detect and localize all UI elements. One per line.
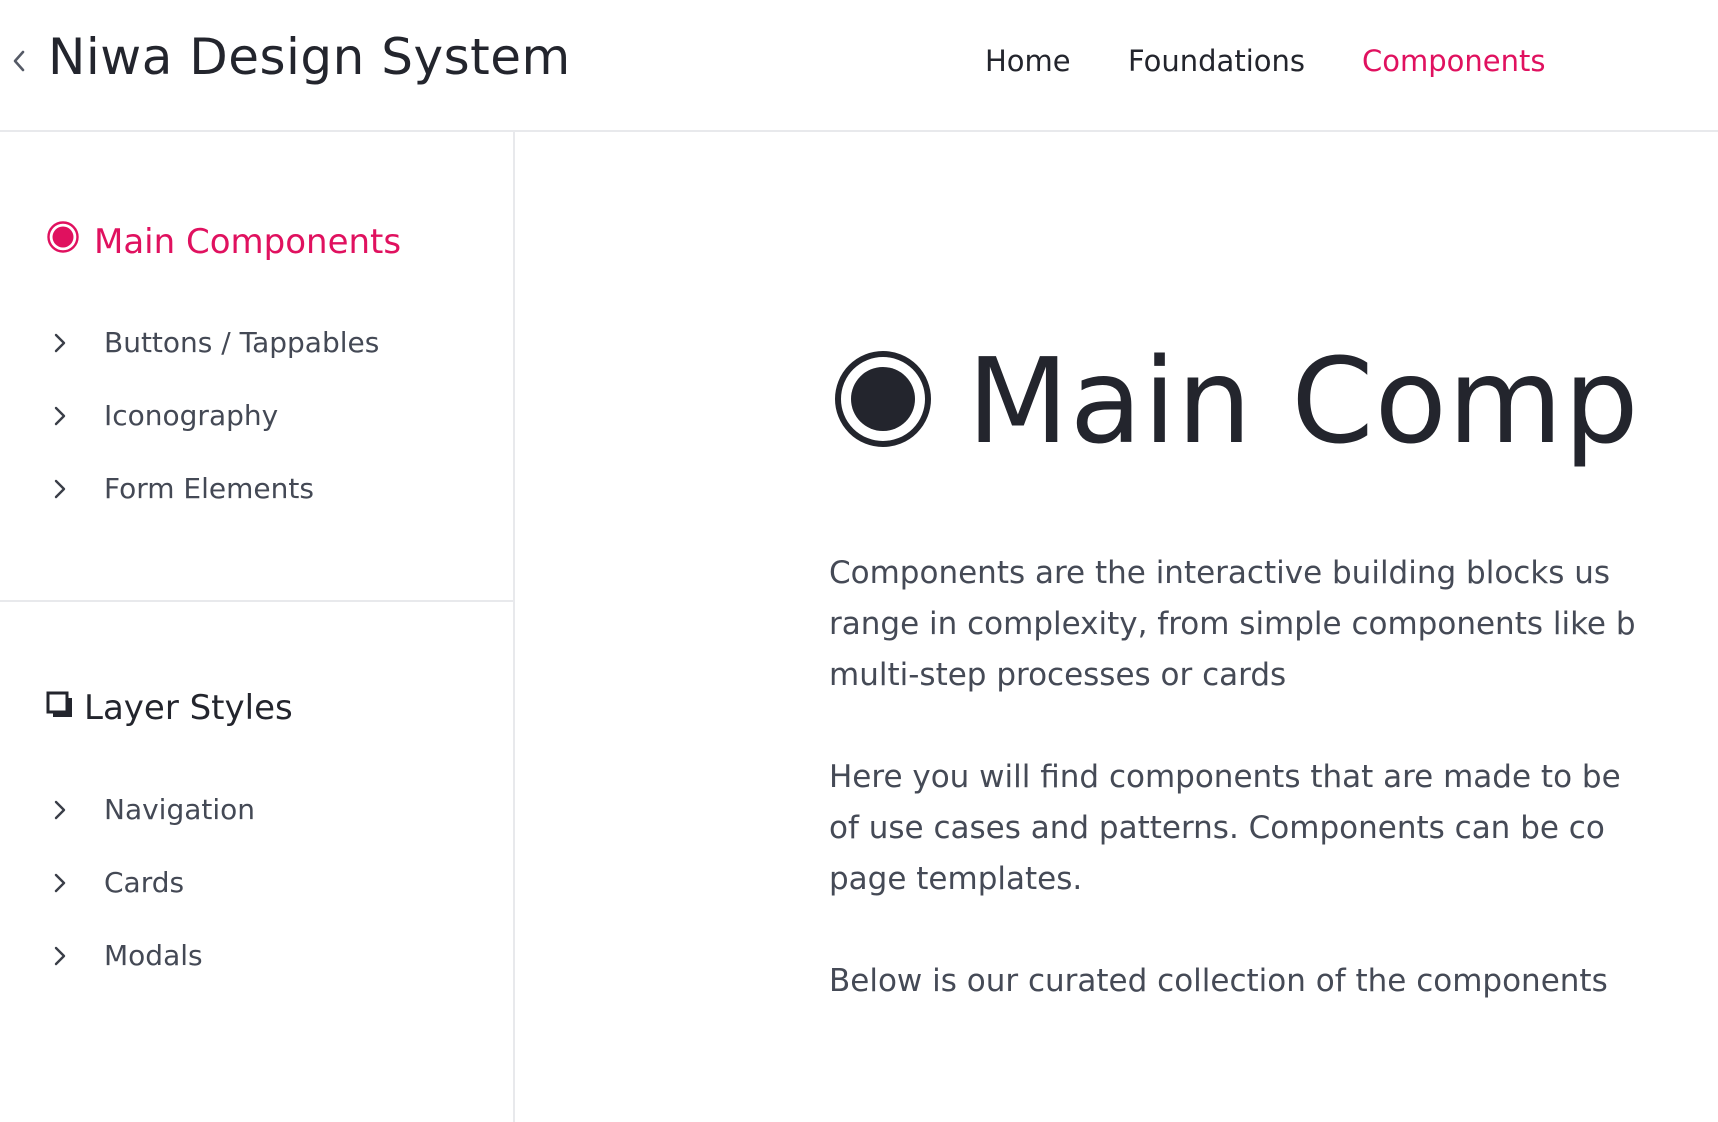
paragraph-line: of use cases and patterns. Components ca…: [829, 810, 1605, 846]
sidebar-item-label: Form Elements: [104, 472, 314, 505]
radio-target-icon: [46, 220, 80, 263]
chevron-right-icon: [48, 798, 72, 822]
paragraph-line: range in complexity, from simple compone…: [829, 606, 1636, 642]
nav-foundations[interactable]: Foundations: [1128, 44, 1305, 78]
chevron-right-icon: [48, 477, 72, 501]
sidebar-section-layer-styles[interactable]: Layer Styles: [46, 688, 293, 728]
chevron-right-icon: [48, 871, 72, 895]
paragraph-line: Components are the interactive building …: [829, 555, 1611, 591]
paragraph-line: Here you will find components that are m…: [829, 759, 1621, 795]
intro-paragraph-2: Here you will find components that are m…: [829, 752, 1718, 905]
sidebar-item-label: Modals: [104, 939, 203, 972]
chevron-right-icon: [48, 944, 72, 968]
nav-components[interactable]: Components: [1362, 44, 1545, 78]
top-header: Niwa Design System Home Foundations Comp…: [0, 0, 1718, 132]
sidebar-section-label: Layer Styles: [84, 688, 293, 728]
sidebar-item-label: Buttons / Tappables: [104, 326, 380, 359]
page-heading: Main Comp: [833, 332, 1640, 470]
back-chevron-icon[interactable]: [8, 46, 30, 76]
sidebar-section-main-components[interactable]: Main Components: [46, 220, 401, 263]
page-title: Main Comp: [967, 332, 1640, 470]
sidebar-item-form-elements[interactable]: Form Elements: [48, 472, 314, 505]
sidebar-item-label: Navigation: [104, 793, 256, 826]
sidebar-section-label: Main Components: [94, 221, 402, 262]
paragraph-line: multi-step processes or cards: [829, 657, 1287, 693]
chevron-right-icon: [48, 404, 72, 428]
radio-target-icon: [833, 349, 933, 453]
sidebar-item-cards[interactable]: Cards: [48, 866, 184, 899]
sidebar-item-label: Cards: [104, 866, 185, 899]
intro-paragraph-3: Below is our curated collection of the c…: [829, 956, 1718, 1007]
chevron-right-icon: [48, 331, 72, 355]
nav-home[interactable]: Home: [985, 44, 1071, 78]
paragraph-line: page templates.: [829, 861, 1083, 897]
intro-paragraph-1: Components are the interactive building …: [829, 548, 1718, 701]
paragraph-line: Below is our curated collection of the c…: [829, 963, 1608, 999]
sidebar: Main Components Buttons / Tappables Icon…: [0, 132, 515, 1122]
sidebar-item-buttons[interactable]: Buttons / Tappables: [48, 326, 379, 359]
layers-square-icon: [46, 688, 74, 728]
sidebar-item-label: Iconography: [104, 399, 279, 432]
main-content: Main Comp Components are the interactive…: [515, 132, 1718, 1122]
sidebar-item-iconography[interactable]: Iconography: [48, 399, 278, 432]
site-title[interactable]: Niwa Design System: [48, 28, 571, 86]
sidebar-divider: [0, 600, 513, 602]
sidebar-item-modals[interactable]: Modals: [48, 939, 203, 972]
sidebar-item-navigation[interactable]: Navigation: [48, 793, 255, 826]
